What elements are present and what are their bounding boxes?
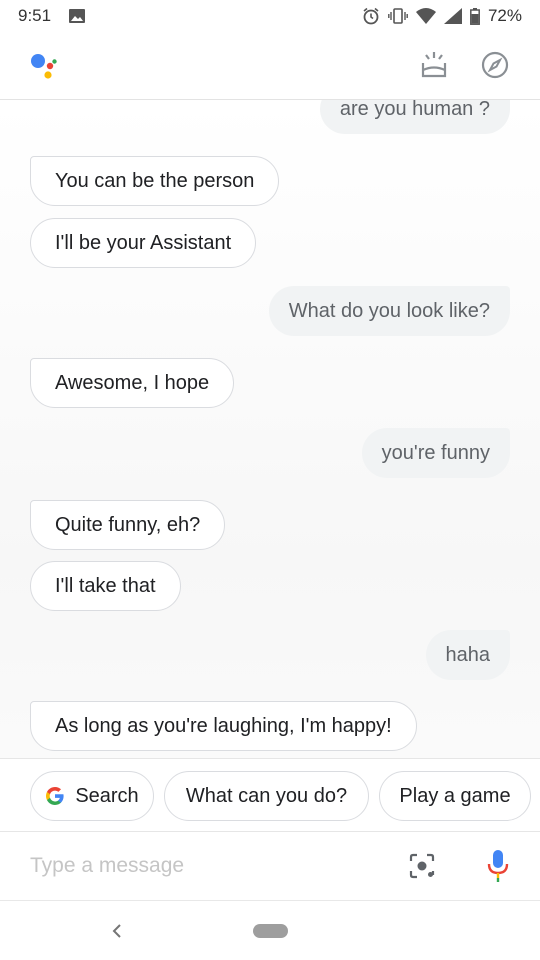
user-message: are you human ? (319, 100, 510, 134)
app-header (0, 32, 540, 100)
status-right: 72% (362, 6, 522, 26)
conversation-area[interactable]: are you human ? You can be the person I'… (0, 100, 540, 758)
microphone-button[interactable] (486, 848, 510, 884)
message-input[interactable] (30, 850, 380, 882)
google-assistant-logo (30, 52, 64, 80)
lens-button[interactable] (408, 852, 436, 880)
snapshot-button[interactable] (419, 50, 449, 80)
lens-icon (409, 853, 435, 879)
back-chevron-icon (112, 924, 121, 938)
microphone-icon (487, 850, 509, 882)
suggestion-chips: Search What can you do? Play a game (0, 758, 540, 831)
what-can-you-do-chip[interactable]: What can you do? (164, 771, 369, 821)
status-bar: 9:51 72% (0, 0, 540, 32)
image-icon (69, 9, 86, 23)
search-chip-label: Search (75, 784, 139, 807)
explore-button[interactable] (480, 50, 510, 80)
search-chip[interactable]: Search (30, 771, 154, 821)
user-message: What do you look like? (268, 286, 510, 336)
battery-level: 72% (487, 6, 522, 25)
battery-icon (470, 7, 480, 25)
status-time: 9:51 (18, 6, 52, 25)
back-button[interactable] (108, 921, 126, 941)
snapshot-icon (421, 52, 447, 78)
wifi-icon (415, 8, 436, 24)
assistant-message: You can be the person (30, 156, 280, 206)
system-nav-bar (0, 900, 540, 960)
compass-icon (481, 51, 509, 79)
user-message: you're funny (361, 428, 510, 478)
assistant-message: As long as you're laughing, I'm happy! (30, 701, 417, 751)
assistant-message: I'll be your Assistant (30, 218, 257, 268)
assistant-message: Awesome, I hope (30, 358, 235, 408)
assistant-message: I'll take that (30, 561, 181, 611)
user-message: haha (425, 630, 510, 680)
play-a-game-chip[interactable]: Play a game (379, 771, 531, 821)
home-pill-button[interactable] (253, 924, 288, 938)
message-composer (0, 831, 540, 900)
assistant-message: Quite funny, eh? (30, 500, 226, 550)
signal-icon (443, 8, 462, 24)
alarm-icon (362, 7, 380, 25)
vibrate-icon (388, 8, 408, 24)
google-g-icon (45, 786, 65, 806)
